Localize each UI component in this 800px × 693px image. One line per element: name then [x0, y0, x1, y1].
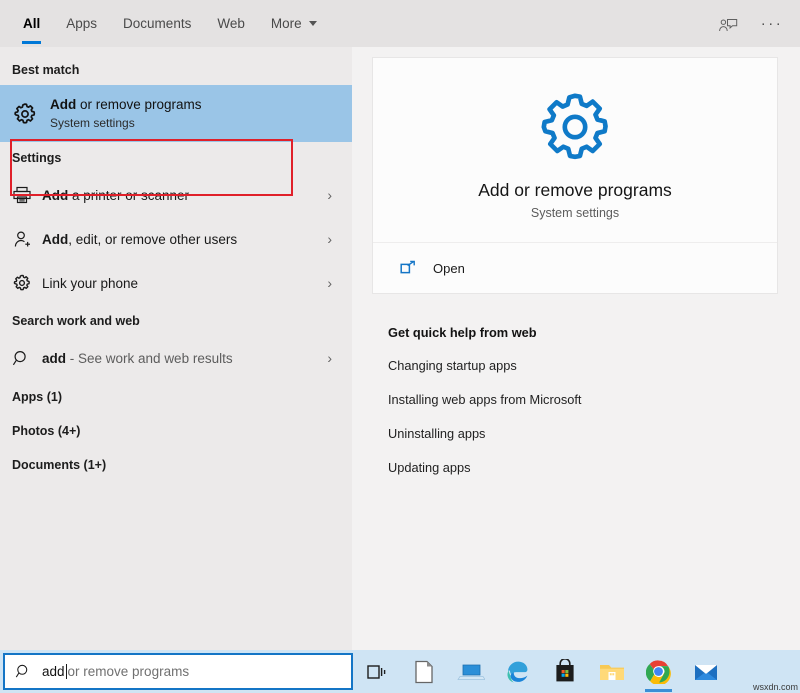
- text-cursor: [65, 664, 67, 679]
- search-suggestion: or remove programs: [67, 664, 190, 679]
- group-documents[interactable]: Documents (1+): [0, 448, 352, 482]
- result-title-match: Add: [50, 97, 77, 112]
- tab-all[interactable]: All: [10, 0, 53, 47]
- result-see-work-and-web-results[interactable]: add - See work and web results ›: [0, 336, 352, 380]
- result-label-match: Add: [42, 187, 69, 203]
- gear-icon: [541, 93, 608, 160]
- result-text-block: Add or remove programs System settings: [50, 96, 202, 131]
- result-label-match: Add: [42, 231, 69, 247]
- chevron-right-icon[interactable]: ›: [327, 276, 332, 290]
- result-label-rest: a printer or scanner: [68, 187, 190, 203]
- feedback-person-icon: [719, 18, 738, 31]
- feedback-button[interactable]: [708, 5, 748, 43]
- microsoft-store-icon: [555, 658, 574, 681]
- filter-tabs: All Apps Documents Web More: [0, 0, 330, 47]
- chevron-right-icon[interactable]: ›: [327, 232, 332, 246]
- result-add-or-remove-programs[interactable]: Add or remove programs System settings: [0, 85, 352, 142]
- gear-icon: [12, 273, 42, 293]
- taskbar-button-document[interactable]: [400, 650, 447, 693]
- file-explorer-icon: [599, 664, 624, 680]
- search-input-text: add or remove programs: [42, 664, 189, 679]
- tab-web-label: Web: [217, 16, 245, 31]
- result-label: Add a printer or scanner: [42, 188, 189, 203]
- help-link-updating-apps[interactable]: Updating apps: [388, 460, 471, 475]
- search-input[interactable]: add or remove programs: [3, 653, 353, 690]
- group-apps[interactable]: Apps (1): [0, 380, 352, 414]
- open-external-icon: [400, 260, 415, 274]
- result-add-edit-remove-other-users[interactable]: Add, edit, or remove other users ›: [0, 217, 352, 261]
- chevron-right-icon[interactable]: ›: [327, 188, 332, 202]
- group-photos[interactable]: Photos (4+): [0, 414, 352, 448]
- open-button-label: Open: [433, 260, 465, 276]
- taskbar-button-file-explorer[interactable]: [588, 650, 635, 693]
- result-label: add - See work and web results: [42, 351, 233, 366]
- microsoft-edge-icon: [506, 661, 527, 683]
- tab-all-label: All: [23, 16, 41, 31]
- result-label: Link your phone: [42, 276, 138, 291]
- best-match-heading: Best match: [12, 63, 80, 77]
- result-label-match: add: [42, 350, 67, 366]
- task-view-icon: [366, 664, 385, 679]
- screen: All Apps Documents Web More ··· Best mat…: [0, 0, 800, 693]
- taskbar-button-google-chrome[interactable]: [635, 650, 682, 693]
- flyout-body: Best match Add or remove programs System: [0, 47, 800, 650]
- tab-web[interactable]: Web: [204, 0, 258, 47]
- more-options-button[interactable]: ···: [752, 5, 792, 43]
- tab-apps[interactable]: Apps: [53, 0, 110, 47]
- tab-apps-label: Apps: [66, 16, 98, 31]
- taskbar-button-mail[interactable]: [682, 650, 729, 693]
- open-button[interactable]: Open: [373, 243, 777, 293]
- remote-desktop-icon: [456, 664, 485, 680]
- taskbar-button-task-view[interactable]: [353, 650, 400, 693]
- header-actions: ···: [708, 0, 792, 47]
- preview-pane: Add or remove programs System settings O…: [352, 47, 800, 650]
- result-label-rest: - See work and web results: [66, 350, 233, 366]
- settings-heading: Settings: [12, 151, 62, 165]
- help-link-changing-startup-apps[interactable]: Changing startup apps: [388, 358, 517, 373]
- taskbar: add or remove programs wsxdn.com: [0, 650, 800, 693]
- search-icon: [15, 664, 28, 678]
- tab-documents-label: Documents: [123, 16, 192, 31]
- printer-icon: [12, 185, 42, 205]
- tab-documents[interactable]: Documents: [110, 0, 204, 47]
- taskbar-button-remote-desktop[interactable]: [447, 650, 494, 693]
- help-link-installing-web-apps[interactable]: Installing web apps from Microsoft: [388, 392, 581, 407]
- chevron-down-icon: [308, 21, 317, 26]
- quick-help-section: Get quick help from web Changing startup…: [372, 325, 788, 475]
- result-label: Add, edit, or remove other users: [42, 232, 237, 247]
- taskbar-button-microsoft-store[interactable]: [541, 650, 588, 693]
- results-pane: Best match Add or remove programs System: [0, 47, 352, 650]
- mail-icon: [694, 664, 717, 680]
- preview-subtitle: System settings: [530, 206, 620, 220]
- search-typed-value: add: [42, 664, 65, 679]
- result-label-rest: Link your phone: [42, 275, 139, 291]
- chevron-right-icon[interactable]: ›: [327, 351, 332, 365]
- google-chrome-icon: [646, 660, 671, 684]
- more-dots-icon: ···: [760, 14, 784, 32]
- result-title: Add or remove programs: [50, 96, 202, 113]
- search-icon: [12, 349, 42, 368]
- result-add-printer-or-scanner[interactable]: Add a printer or scanner ›: [0, 173, 352, 217]
- flyout-header: All Apps Documents Web More ···: [0, 0, 800, 47]
- gear-icon: [12, 101, 50, 127]
- result-subtitle: System settings: [50, 116, 135, 130]
- preview-card: Add or remove programs System settings O…: [372, 57, 778, 294]
- result-label-rest: , edit, or remove other users: [68, 231, 238, 247]
- search-flyout: All Apps Documents Web More ··· Best mat…: [0, 0, 800, 650]
- result-link-your-phone[interactable]: Link your phone ›: [0, 261, 352, 305]
- tab-more-label: More: [270, 16, 302, 31]
- quick-help-heading: Get quick help from web: [388, 325, 537, 340]
- tab-more[interactable]: More: [258, 0, 330, 47]
- watermark: wsxdn.com: [752, 682, 798, 692]
- add-user-icon: [12, 229, 42, 249]
- search-work-and-web-heading: Search work and web: [12, 314, 140, 328]
- taskbar-button-microsoft-edge[interactable]: [494, 650, 541, 693]
- preview-hero: Add or remove programs System settings: [373, 58, 777, 243]
- preview-title: Add or remove programs: [478, 180, 672, 200]
- taskbar-icons: [353, 650, 729, 693]
- result-title-rest: or remove programs: [76, 97, 202, 112]
- help-link-uninstalling-apps[interactable]: Uninstalling apps: [388, 426, 485, 441]
- document-file-icon: [414, 660, 433, 683]
